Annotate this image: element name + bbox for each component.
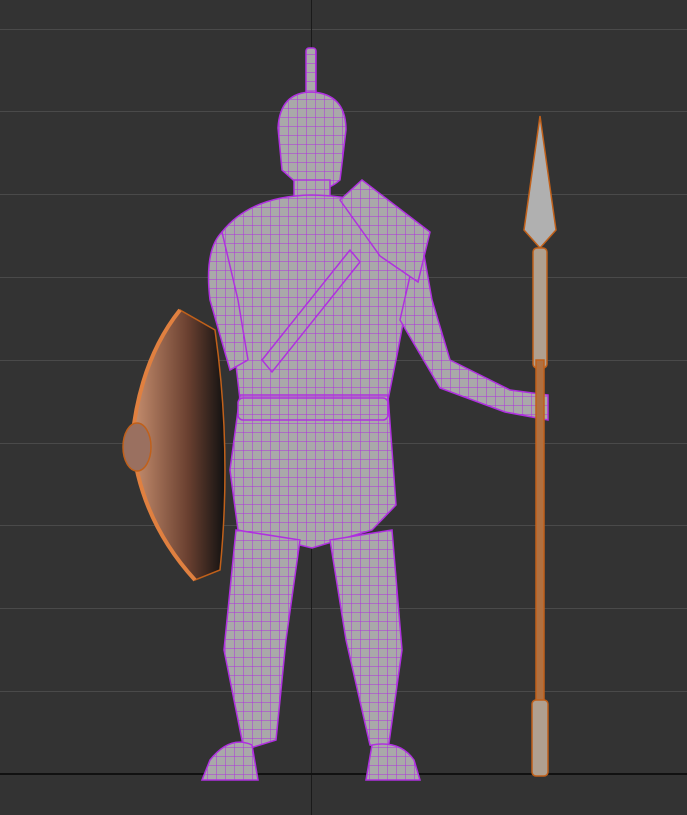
3d-viewport[interactable]: [0, 0, 687, 815]
spear: [523, 115, 557, 777]
warrior-model[interactable]: [0, 0, 687, 815]
shield: [122, 308, 226, 582]
warrior-body: [200, 47, 549, 781]
